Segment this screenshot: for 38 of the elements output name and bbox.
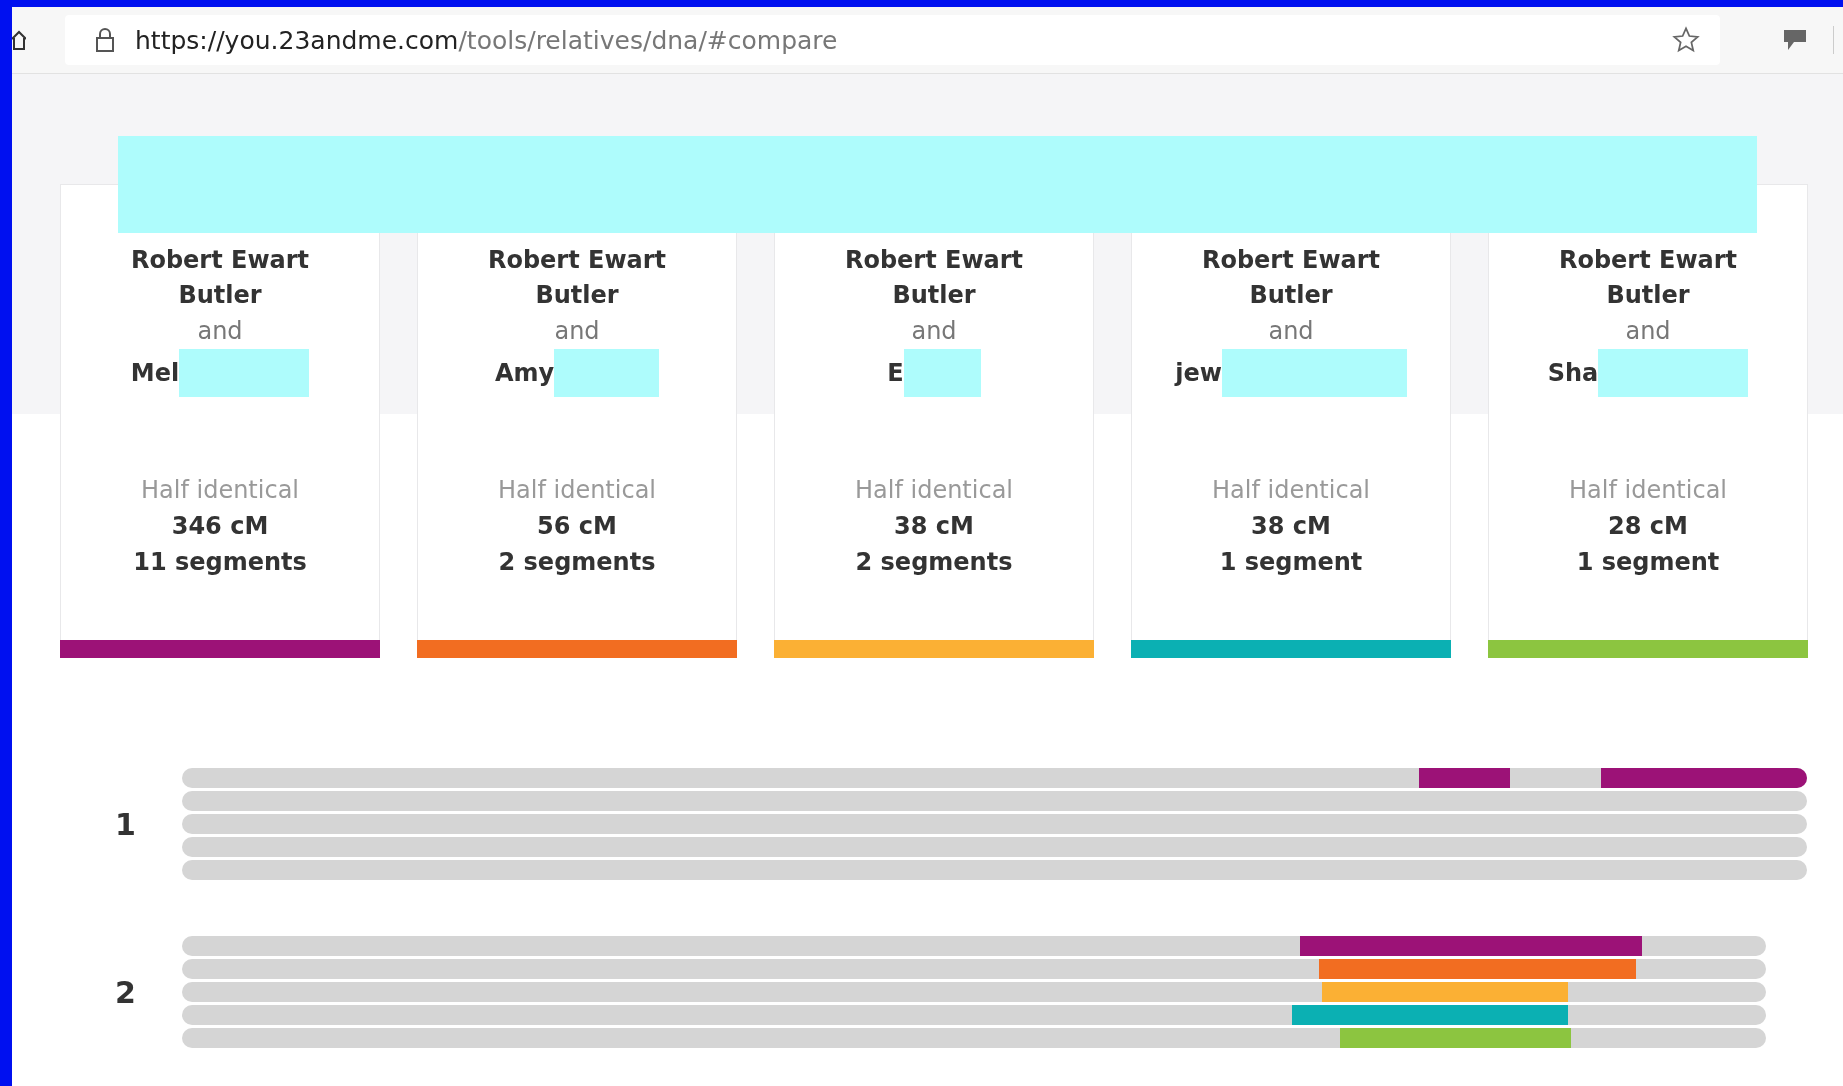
shared-cm: 38 cM [1251, 511, 1331, 542]
person-name: Robert Ewart Butler [1557, 245, 1739, 311]
person-name: Robert Ewart Butler [843, 245, 1025, 311]
relative-name: Sha [1547, 359, 1599, 387]
address-bar[interactable]: https://you.23andme.com/tools/relatives/dna/#compare [65, 15, 1720, 65]
relative-name: jew [1175, 359, 1222, 387]
match-type: Half identical [1212, 475, 1370, 506]
match-type: Half identical [141, 475, 299, 506]
match-type: Half identical [855, 475, 1013, 506]
joiner-text: and [1268, 316, 1314, 347]
joiner-text: and [1625, 316, 1671, 347]
shared-cm: 38 cM [894, 511, 974, 542]
segment-count: 1 segment [1576, 547, 1720, 578]
match-type: Half identical [498, 475, 656, 506]
shared-cm: 346 cM [171, 511, 269, 542]
segment-count: 2 segments [855, 547, 1013, 578]
relative-name: Amy [494, 359, 555, 387]
joiner-text: and [554, 316, 600, 347]
shared-cm: 28 cM [1608, 511, 1688, 542]
person-name: Robert Ewart Butler [486, 245, 668, 311]
chromosome-number: 2 [114, 974, 137, 1010]
joiner-text: and [911, 316, 957, 347]
match-type: Half identical [1569, 475, 1727, 506]
person-name: Robert Ewart Butler [129, 245, 311, 311]
extension-icon[interactable] [1782, 28, 1808, 52]
star-icon[interactable] [1672, 26, 1700, 54]
segment-count: 2 segments [498, 547, 656, 578]
relative-name: E [887, 359, 904, 387]
chromosome-number: 1 [114, 806, 137, 842]
relative-name: Mel [130, 359, 180, 387]
url-text: https://you.23andme.com/tools/relatives/dna/#compare [135, 25, 839, 55]
person-name: Robert Ewart Butler [1200, 245, 1382, 311]
shared-cm: 56 cM [537, 511, 617, 542]
segment-count: 11 segments [133, 547, 307, 578]
joiner-text: and [197, 316, 243, 347]
lock-icon [95, 27, 115, 53]
segment-count: 1 segment [1219, 547, 1363, 578]
home-icon[interactable] [12, 29, 26, 51]
